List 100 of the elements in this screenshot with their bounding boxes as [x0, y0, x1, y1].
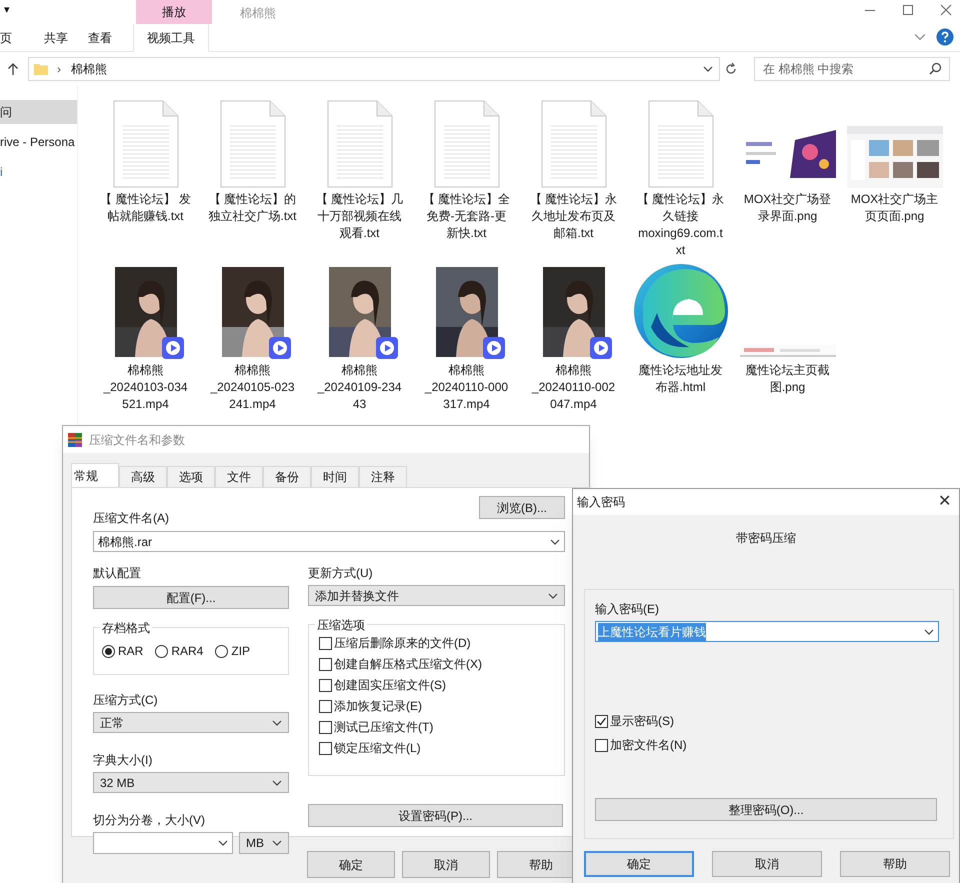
nav-item[interactable]: i [0, 160, 77, 184]
method-dropdown[interactable]: 正常 [93, 712, 289, 733]
checkbox[interactable] [319, 720, 332, 734]
breadcrumb-item[interactable]: 棉棉熊 [71, 60, 107, 78]
volume-size-field[interactable] [93, 832, 233, 854]
dialog-button[interactable]: 取消 [402, 851, 490, 878]
browse-button[interactable]: 浏览(B)... [479, 496, 565, 519]
text-file-icon [326, 100, 392, 188]
field-label: 压缩方式(C) [93, 692, 159, 709]
nav-item[interactable]: rive - Persona [0, 130, 77, 154]
field-label: 更新方式(U) [308, 565, 374, 582]
organize-passwords-button[interactable]: 整理密码(O)... [595, 798, 937, 821]
nav-item[interactable]: 问 [0, 100, 77, 124]
checkbox-label: 创建自解压格式压缩文件(X) [334, 656, 482, 673]
ribbon-tab[interactable]: 共享 [44, 28, 72, 46]
dialog-button[interactable]: 取消 [712, 851, 822, 877]
update-dropdown[interactable]: 添加并替换文件 [308, 585, 565, 606]
file-name[interactable]: 棉棉熊 _20240110-000 317.mp4 [414, 362, 520, 413]
close-button[interactable]: ✕ [938, 490, 951, 514]
context-tab[interactable]: 视频工具 [133, 24, 209, 52]
address-bar[interactable]: › 棉棉熊 [28, 57, 720, 81]
tab[interactable]: 注释 [359, 466, 407, 487]
quick-access-button[interactable]: ▾ [4, 2, 10, 18]
dialog-button[interactable]: 帮助 [840, 851, 950, 877]
checkbox[interactable] [319, 678, 332, 692]
help-icon [936, 28, 954, 46]
field-label: 切分为分卷，大小(V) [93, 812, 206, 829]
checkbox-label: 加密文件名(N) [610, 737, 687, 754]
file-name[interactable]: 棉棉熊 _20240105-023 241.mp4 [200, 362, 306, 413]
field-label: 默认配置 [93, 565, 142, 582]
checkbox-label: 创建固实压缩文件(S) [334, 677, 446, 694]
checkbox-label: 压缩后删除原来的文件(D) [334, 635, 471, 652]
tab[interactable]: 高级 [119, 466, 167, 487]
checkbox[interactable] [319, 700, 332, 712]
ribbon-tab[interactable]: 查看 [88, 28, 116, 46]
search-field[interactable]: 在 棉棉熊 中搜索 [754, 57, 950, 81]
dialog-button[interactable]: 确定 [307, 851, 395, 878]
checkbox[interactable] [319, 742, 332, 754]
dialog-title: 压缩文件名和参数 [89, 432, 185, 448]
text-file-icon [434, 100, 500, 188]
check-icon [596, 716, 607, 726]
video-badge-icon [482, 337, 504, 359]
swirl-icon [632, 263, 728, 359]
checkbox[interactable] [319, 658, 332, 670]
dialog-title: 输入密码 [577, 494, 625, 511]
tab[interactable]: 时间 [311, 466, 359, 487]
checkbox-label: 锁定压缩文件(L) [334, 740, 421, 757]
file-name[interactable]: 魔性论坛主页截 图.png [734, 362, 840, 396]
up-arrow-icon [6, 62, 20, 76]
radio-label: ZIP [231, 643, 250, 660]
video-badge-icon [268, 337, 290, 359]
file-name[interactable]: 魔性论坛地址发 布器.html [628, 362, 734, 396]
file-name[interactable]: 棉棉熊 _20240109-234 43 [306, 362, 412, 413]
file-name[interactable]: 【 魔性论坛】的 独立社交广场.txt [200, 191, 306, 225]
field-label: 输入密码(E) [595, 601, 660, 618]
text-file-icon [220, 100, 286, 188]
group-label: 压缩选项 [315, 616, 367, 634]
field-label: 字典大小(I) [93, 752, 154, 769]
ribbon-tab[interactable]: 页 [0, 28, 28, 46]
dialog-button[interactable]: 确定 [584, 851, 694, 877]
checkbox[interactable] [595, 738, 608, 752]
tab[interactable]: 选项 [167, 466, 215, 487]
video-badge-icon [162, 337, 184, 359]
dictionary-dropdown[interactable]: 32 MB [93, 772, 289, 793]
refresh-icon [724, 62, 738, 76]
folder-icon [33, 61, 49, 77]
video-badge-icon [590, 337, 612, 359]
checkbox[interactable] [595, 714, 608, 728]
file-name[interactable]: MOX社交广场登 录界面.png [734, 191, 840, 225]
file-name[interactable]: 【 魔性论坛】 发 帖就能赚钱.txt [92, 191, 198, 225]
search-icon [929, 62, 942, 75]
radio-label: RAR4 [171, 643, 204, 660]
radio-button[interactable] [215, 644, 228, 658]
radio-button[interactable] [102, 644, 115, 658]
checkbox-label: 显示密码(S) [610, 713, 674, 730]
tab[interactable]: 备份 [263, 466, 311, 487]
file-name[interactable]: 【 魔性论坛】全 免费-无套路-更 新快.txt [414, 191, 520, 242]
text-file-icon [540, 100, 606, 188]
radio-button[interactable] [155, 644, 168, 658]
checkbox-label: 添加恢复记录(E) [334, 698, 422, 715]
tab[interactable]: 常规 [71, 463, 119, 487]
checkbox[interactable] [319, 636, 332, 650]
text-file-icon [648, 100, 714, 188]
dialog-heading: 带密码压缩 [735, 530, 797, 547]
field-label: 压缩文件名(A) [93, 510, 170, 527]
set-password-button[interactable]: 设置密码(P)... [308, 804, 563, 827]
unit-dropdown[interactable]: MB [239, 832, 289, 854]
file-name[interactable]: 棉棉熊 _20240110-002 047.mp4 [520, 362, 626, 413]
tab[interactable]: 文件 [215, 466, 263, 487]
profile-button[interactable]: 配置(F)... [93, 586, 289, 609]
file-name[interactable]: 【 魔性论坛】几 十万部视频在线 观看.txt [306, 191, 412, 242]
file-name[interactable]: 棉棉熊 _20240103-034 521.mp4 [92, 362, 198, 413]
filename-field[interactable]: 棉棉熊.rar [93, 531, 565, 552]
file-name[interactable]: 【 魔性论坛】永 久链接 moxing69.com.t xt [628, 191, 734, 259]
radio-label: RAR [118, 643, 144, 660]
app-icon [67, 432, 83, 448]
file-name[interactable]: 【 魔性论坛】永 久地址发布页及 邮箱.txt [520, 191, 626, 242]
maximize-icon [900, 2, 916, 18]
file-name[interactable]: MOX社交广场主 页页面.png [842, 191, 948, 225]
context-header-label: 播放 [162, 4, 186, 21]
